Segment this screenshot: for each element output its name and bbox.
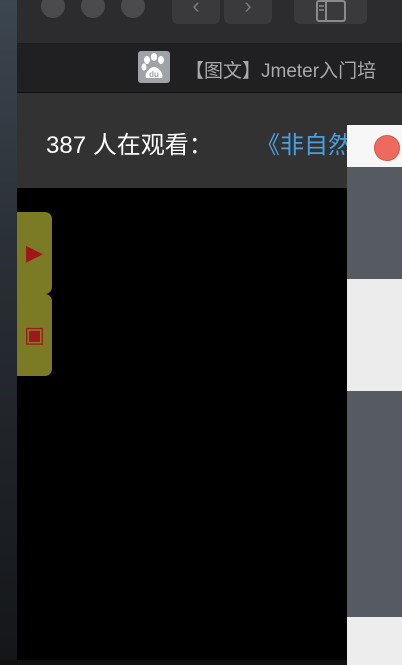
video-area[interactable] xyxy=(17,188,402,660)
sidebar-icon xyxy=(316,0,346,22)
chevron-right-icon: › xyxy=(244,0,252,18)
window-minimize-button[interactable] xyxy=(81,0,105,18)
chevron-left-icon: ‹ xyxy=(192,0,200,18)
overlay-panel-middle xyxy=(347,279,402,391)
back-button[interactable]: ‹ xyxy=(172,0,220,24)
stop-icon: ▣ xyxy=(24,322,45,347)
overlay-close-button[interactable] xyxy=(374,135,400,161)
svg-text:du: du xyxy=(149,70,159,79)
stop-button[interactable]: ▣ xyxy=(17,294,52,376)
play-button[interactable]: ▶ xyxy=(17,212,52,294)
overlay-panel-top xyxy=(347,167,402,279)
overlay-window xyxy=(347,125,402,665)
forward-button[interactable]: › xyxy=(224,0,272,24)
desktop-background-strip xyxy=(0,0,18,660)
tab-bar: du 【图文】Jmeter入门培 xyxy=(17,44,402,93)
play-icon: ▶ xyxy=(26,240,43,265)
tab-title[interactable]: 【图文】Jmeter入门培 xyxy=(185,56,376,83)
window-close-button[interactable] xyxy=(41,0,65,18)
overlay-panel-bottom xyxy=(347,617,402,665)
overlay-panel-lower xyxy=(347,391,402,617)
viewer-bar: 387 人在观看： 《非自然死 xyxy=(17,93,402,188)
baidu-favicon-icon: du xyxy=(138,51,170,83)
browser-window: ‹ › du 【图文】Jmeter入门培 387 人在观看： 《非自然死 ▶ ▣ xyxy=(17,0,402,660)
viewer-count: 387 人在观看： xyxy=(46,132,213,159)
window-zoom-button[interactable] xyxy=(121,0,145,18)
browser-toolbar: ‹ › xyxy=(17,0,402,44)
overlay-titlebar xyxy=(347,125,402,167)
sidebar-toggle-button[interactable] xyxy=(294,0,367,24)
